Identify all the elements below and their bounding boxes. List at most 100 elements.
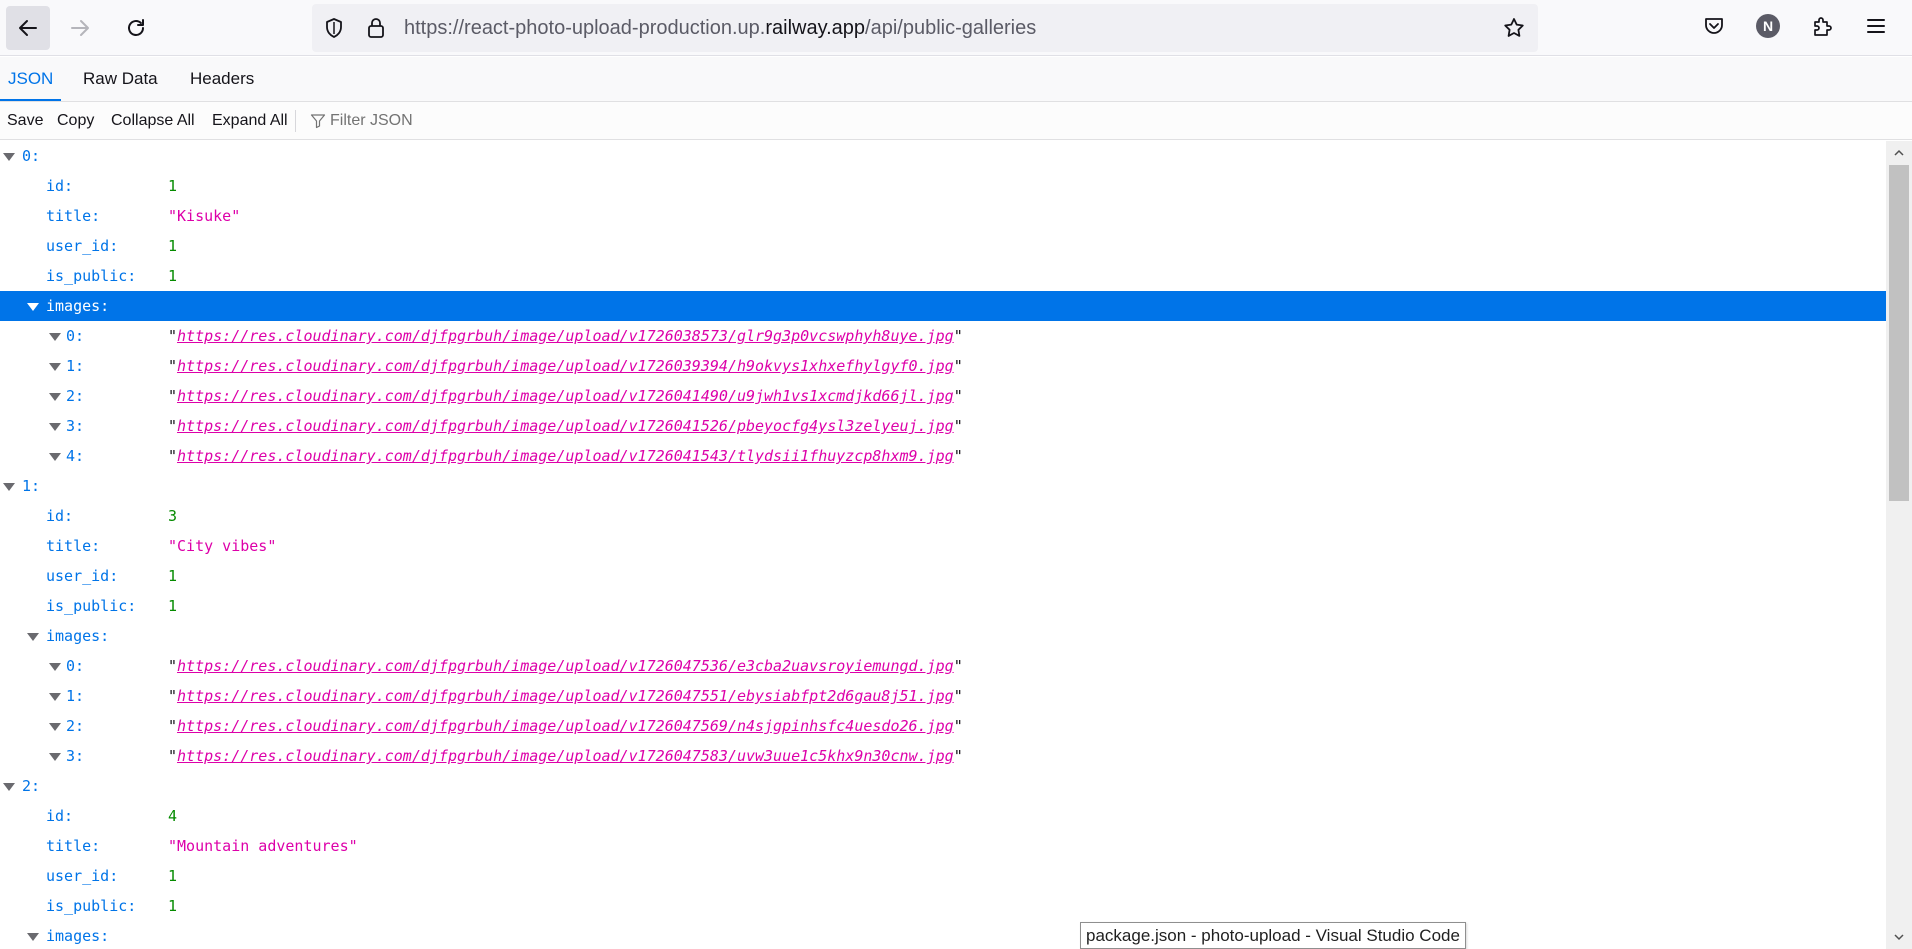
expand-triangle-icon[interactable]: [49, 363, 61, 371]
copy-button[interactable]: Copy: [57, 102, 94, 140]
url-text[interactable]: https://react-photo-upload-production.up…: [404, 16, 1036, 40]
expand-triangle-icon[interactable]: [49, 393, 61, 401]
expand-triangle-icon[interactable]: [49, 453, 61, 461]
back-button[interactable]: [6, 6, 50, 50]
pocket-icon: [1705, 18, 1723, 34]
json-tree-row[interactable]: 2: "https://res.cloudinary.com/djfpgrbuh/…: [0, 711, 1886, 741]
image-url-link[interactable]: https://res.cloudinary.com/djfpgrbuh/ima…: [177, 657, 954, 675]
expand-all-button[interactable]: Expand All: [212, 102, 288, 140]
pocket-button[interactable]: [1700, 12, 1728, 40]
json-key: images:: [46, 297, 110, 315]
save-button[interactable]: Save: [7, 102, 43, 140]
image-url-link[interactable]: https://res.cloudinary.com/djfpgrbuh/ima…: [177, 387, 954, 405]
expand-triangle-icon[interactable]: [3, 783, 15, 791]
shield-icon[interactable]: [322, 16, 346, 40]
reload-button[interactable]: [114, 6, 158, 50]
json-tree-row[interactable]: id: 4: [0, 801, 1886, 831]
json-value: "https://res.cloudinary.com/djfpgrbuh/im…: [168, 711, 963, 741]
filter-icon: [310, 114, 326, 129]
expand-triangle-icon[interactable]: [49, 693, 61, 701]
quote-mark: ": [953, 417, 963, 435]
expand-triangle-icon[interactable]: [49, 423, 61, 431]
json-tree-row[interactable]: 0: "https://res.cloudinary.com/djfpgrbuh/…: [0, 321, 1886, 351]
quote-mark: ": [953, 687, 963, 705]
toolbar-divider: [295, 110, 296, 132]
json-tree-row[interactable]: images:: [0, 291, 1886, 321]
image-url-link[interactable]: https://res.cloudinary.com/djfpgrbuh/ima…: [177, 327, 954, 345]
expand-triangle-icon[interactable]: [27, 633, 39, 641]
json-tree-row[interactable]: title: "Mountain adventures": [0, 831, 1886, 861]
image-url-link[interactable]: https://res.cloudinary.com/djfpgrbuh/ima…: [177, 447, 954, 465]
json-key: is_public:: [46, 267, 137, 285]
json-tree-row[interactable]: images:: [0, 621, 1886, 651]
json-tree-row[interactable]: user_id: 1: [0, 561, 1886, 591]
json-tree-row[interactable]: user_id: 1: [0, 861, 1886, 891]
json-tree-row[interactable]: id: 1: [0, 171, 1886, 201]
tab-raw-data[interactable]: Raw Data: [75, 57, 166, 101]
json-tree-row[interactable]: is_public: 1: [0, 891, 1886, 921]
bookmark-star-icon[interactable]: [1502, 16, 1526, 40]
json-tree-row[interactable]: id: 3: [0, 501, 1886, 531]
scrollbar-thumb[interactable]: [1889, 165, 1909, 501]
json-value: "City vibes": [168, 537, 277, 555]
expand-triangle-icon[interactable]: [27, 303, 39, 311]
expand-triangle-icon[interactable]: [3, 483, 15, 491]
account-button[interactable]: N: [1754, 12, 1782, 40]
json-key: 2:: [66, 387, 85, 405]
json-value: "https://res.cloudinary.com/djfpgrbuh/im…: [168, 741, 963, 771]
quote-mark: ": [168, 717, 178, 735]
image-url-link[interactable]: https://res.cloudinary.com/djfpgrbuh/ima…: [177, 417, 954, 435]
json-tree-row[interactable]: 3: "https://res.cloudinary.com/djfpgrbuh/…: [0, 741, 1886, 771]
filter-json-input[interactable]: [330, 108, 730, 134]
json-tree-row[interactable]: title: "Kisuke": [0, 201, 1886, 231]
quote-mark: ": [168, 747, 178, 765]
quote-mark: ": [953, 357, 963, 375]
lock-icon[interactable]: [364, 16, 388, 40]
json-key: id:: [46, 807, 74, 825]
json-value: 1: [168, 597, 178, 615]
json-tree-row[interactable]: 4: "https://res.cloudinary.com/djfpgrbuh/…: [0, 441, 1886, 471]
expand-triangle-icon[interactable]: [49, 753, 61, 761]
avatar: N: [1756, 14, 1780, 38]
json-tree-row[interactable]: is_public: 1: [0, 591, 1886, 621]
scroll-up-arrow-icon[interactable]: [1893, 147, 1905, 159]
expand-triangle-icon[interactable]: [49, 663, 61, 671]
collapse-all-button[interactable]: Collapse All: [111, 102, 195, 140]
json-tree-row[interactable]: 0:: [0, 141, 1886, 171]
image-url-link[interactable]: https://res.cloudinary.com/djfpgrbuh/ima…: [177, 357, 954, 375]
json-tree-row[interactable]: user_id: 1: [0, 231, 1886, 261]
json-value: 1: [168, 237, 178, 255]
expand-triangle-icon[interactable]: [49, 333, 61, 341]
json-key: is_public:: [46, 597, 137, 615]
image-url-link[interactable]: https://res.cloudinary.com/djfpgrbuh/ima…: [177, 747, 954, 765]
forward-button[interactable]: [58, 6, 102, 50]
json-key: 0:: [66, 327, 85, 345]
json-tree-row[interactable]: 0: "https://res.cloudinary.com/djfpgrbuh/…: [0, 651, 1886, 681]
image-url-link[interactable]: https://res.cloudinary.com/djfpgrbuh/ima…: [177, 717, 954, 735]
json-tree-row[interactable]: 1:: [0, 471, 1886, 501]
menu-button[interactable]: [1862, 12, 1890, 40]
json-tree-row[interactable]: 1: "https://res.cloudinary.com/djfpgrbuh/…: [0, 681, 1886, 711]
extensions-button[interactable]: [1808, 12, 1836, 40]
json-tree-row[interactable]: title: "City vibes": [0, 531, 1886, 561]
json-key: title:: [46, 207, 101, 225]
expand-triangle-icon[interactable]: [49, 723, 61, 731]
expand-triangle-icon[interactable]: [3, 153, 15, 161]
expand-triangle-icon[interactable]: [27, 933, 39, 941]
vertical-scrollbar[interactable]: [1886, 141, 1912, 949]
tab-json[interactable]: JSON: [0, 57, 62, 101]
url-prefix: https://react-photo-upload-production.up…: [404, 17, 766, 39]
address-bar[interactable]: https://react-photo-upload-production.up…: [312, 4, 1538, 52]
json-tree-row[interactable]: 3: "https://res.cloudinary.com/djfpgrbuh/…: [0, 411, 1886, 441]
json-key: 2:: [66, 717, 85, 735]
image-url-link[interactable]: https://res.cloudinary.com/djfpgrbuh/ima…: [177, 687, 954, 705]
json-tree-row[interactable]: images:: [0, 921, 1886, 949]
browser-toolbar: https://react-photo-upload-production.up…: [0, 0, 1912, 56]
taskbar-tooltip: package.json - photo-upload - Visual Stu…: [1080, 922, 1466, 949]
json-tree-row[interactable]: is_public: 1: [0, 261, 1886, 291]
json-tree-row[interactable]: 1: "https://res.cloudinary.com/djfpgrbuh/…: [0, 351, 1886, 381]
json-tree-row[interactable]: 2:: [0, 771, 1886, 801]
json-tree-row[interactable]: 2: "https://res.cloudinary.com/djfpgrbuh/…: [0, 381, 1886, 411]
tab-headers[interactable]: Headers: [182, 57, 262, 101]
scroll-down-arrow-icon[interactable]: [1893, 931, 1905, 943]
